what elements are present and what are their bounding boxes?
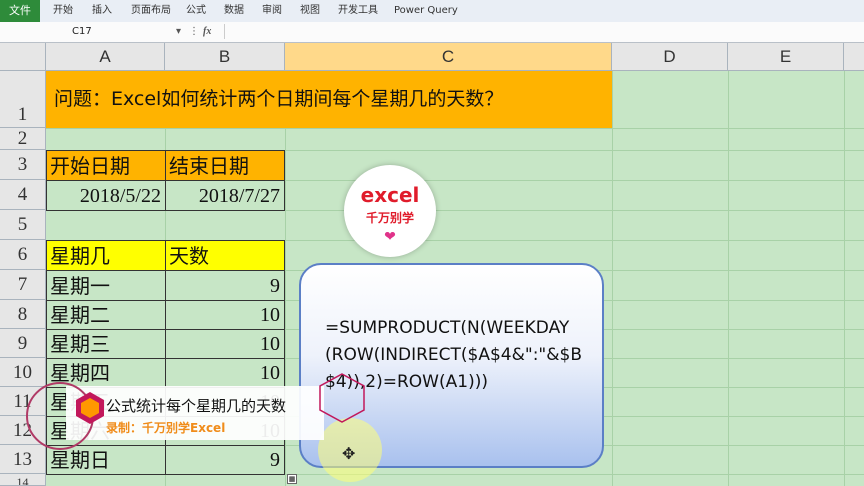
tab-review[interactable]: 审阅 [262, 0, 282, 22]
logo-subtext: 千万别学 [365, 211, 414, 225]
heart-icon: ❤ [384, 229, 396, 245]
caption-title: 公式统计每个星期几的天数 [106, 397, 287, 415]
select-all-corner[interactable] [0, 43, 46, 71]
row-header-3[interactable]: 3 [0, 150, 46, 180]
logo-text: excel [360, 183, 420, 207]
row-header-14[interactable]: 14 [0, 474, 46, 486]
tab-power-query[interactable]: Power Query [394, 0, 458, 22]
end-date-header[interactable]: 结束日期 [165, 150, 285, 181]
column-header-b[interactable]: B [165, 43, 285, 71]
row-header-4[interactable]: 4 [0, 180, 46, 210]
count-cell-7[interactable]: 9 [165, 445, 285, 475]
row-header-7[interactable]: 7 [0, 270, 46, 300]
count-cell-3[interactable]: 10 [165, 329, 285, 359]
count-cell-4[interactable]: 10 [165, 358, 285, 388]
column-header-c[interactable]: C [285, 43, 612, 71]
move-cursor-icon: ✥ [342, 444, 356, 463]
hexagon-outline-icon [319, 373, 365, 423]
count-cell-2[interactable]: 10 [165, 300, 285, 330]
ribbon-tabs: 文件 开始 插入 页面布局 公式 数据 审阅 视图 开发工具 Power Que… [0, 0, 864, 23]
column-header-f[interactable] [844, 43, 864, 71]
autofill-options-icon[interactable]: ▦ [287, 474, 297, 484]
column-header-d[interactable]: D [612, 43, 728, 71]
gridline [46, 128, 864, 129]
question-title[interactable]: 问题：Excel如何统计两个日期间每个星期几的天数？ [46, 71, 612, 128]
caption-subtitle: 录制：千万别学Excel [106, 421, 226, 435]
name-box[interactable]: C17 [0, 24, 180, 39]
gridline [728, 71, 729, 486]
gridline [844, 71, 845, 486]
weekday-header[interactable]: 星期几 [46, 240, 166, 271]
file-tab[interactable]: 文件 [0, 0, 40, 22]
tab-formulas[interactable]: 公式 [186, 0, 206, 22]
formula-bar: C17 ▾ ⋮ fx [0, 22, 864, 43]
count-cell-1[interactable]: 9 [165, 270, 285, 301]
start-date-value[interactable]: 2018/5/22 [46, 180, 166, 211]
tab-insert[interactable]: 插入 [92, 0, 112, 22]
weekday-cell-1[interactable]: 星期一 [46, 270, 166, 301]
tab-developer[interactable]: 开发工具 [338, 0, 378, 22]
tab-view[interactable]: 视图 [300, 0, 320, 22]
count-header[interactable]: 天数 [165, 240, 285, 271]
row-header-9[interactable]: 9 [0, 329, 46, 358]
formula-input[interactable] [224, 24, 861, 39]
fx-icon[interactable]: fx [203, 24, 211, 39]
row-header-2[interactable]: 2 [0, 128, 46, 150]
name-box-dropdown-icon[interactable]: ▾ [176, 24, 181, 39]
column-header-a[interactable]: A [46, 43, 165, 71]
column-header-e[interactable]: E [728, 43, 844, 71]
tab-data[interactable]: 数据 [224, 0, 244, 22]
row-header-1[interactable]: 1 [0, 71, 46, 128]
weekday-cell-3[interactable]: 星期三 [46, 329, 166, 359]
row-header-5[interactable]: 5 [0, 210, 46, 240]
caption-badge-icon [26, 382, 104, 450]
row-header-6[interactable]: 6 [0, 240, 46, 270]
excel-logo: excel 千万别学 ❤ [344, 165, 436, 257]
resize-handle-icon[interactable]: ⋮ [189, 24, 199, 39]
tab-page-layout[interactable]: 页面布局 [131, 0, 171, 22]
start-date-header[interactable]: 开始日期 [46, 150, 166, 181]
end-date-value[interactable]: 2018/7/27 [165, 180, 285, 211]
weekday-cell-2[interactable]: 星期二 [46, 300, 166, 330]
row-header-8[interactable]: 8 [0, 300, 46, 329]
gridline [612, 71, 613, 486]
tab-home[interactable]: 开始 [53, 0, 73, 22]
